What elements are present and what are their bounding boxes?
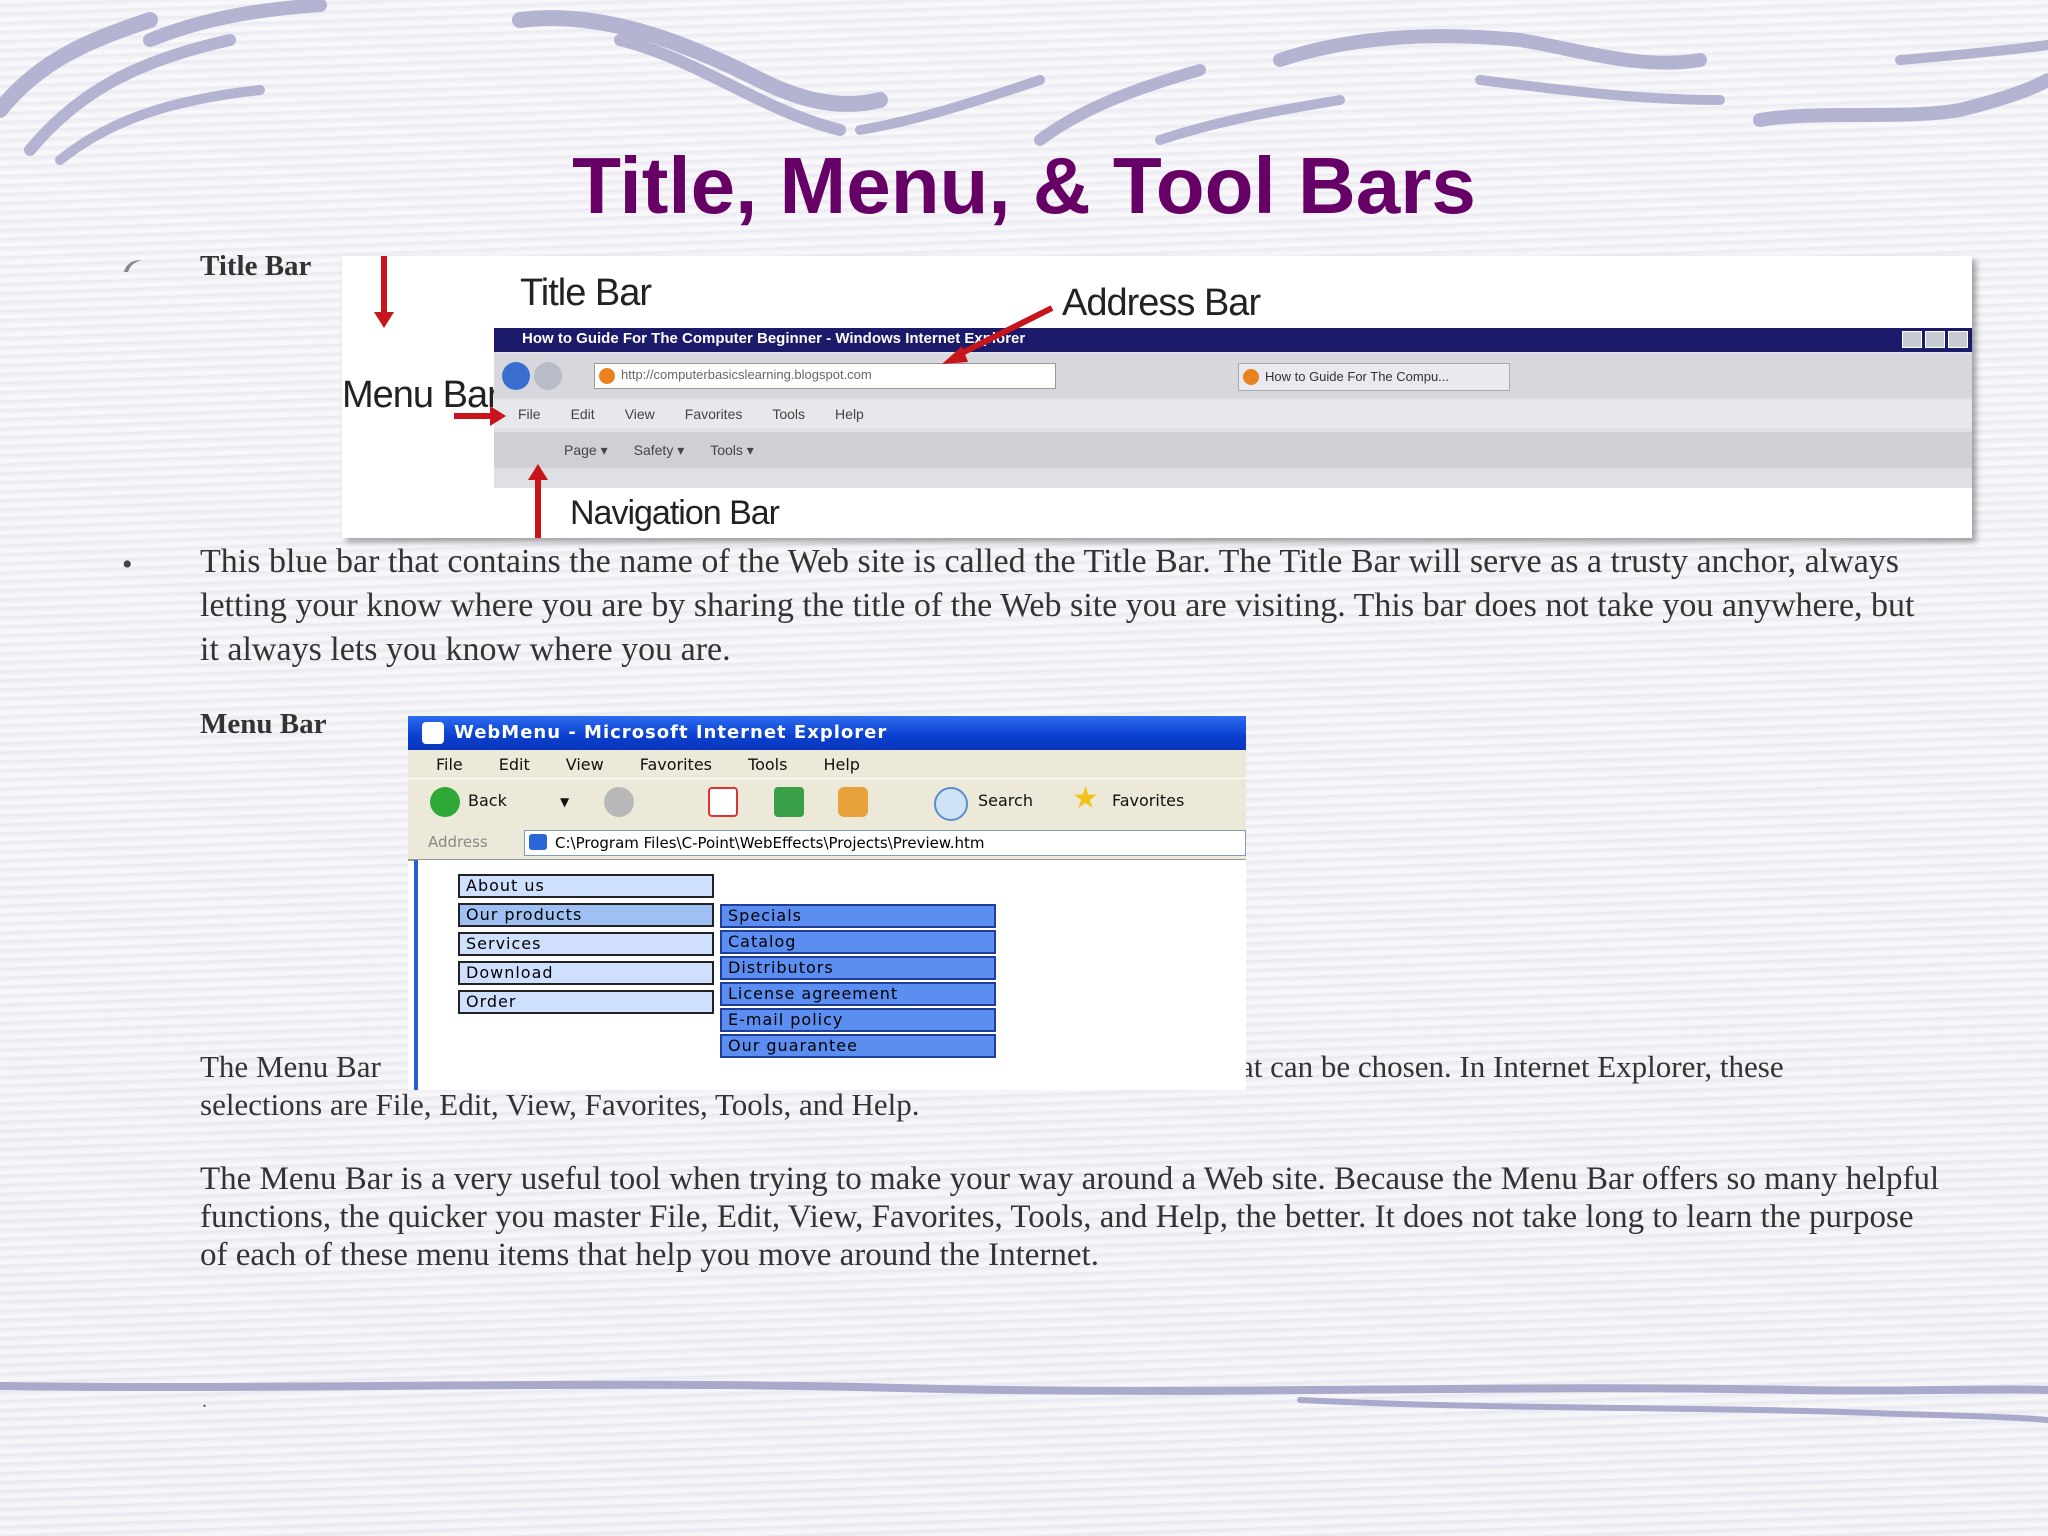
section-label-menu-bar: Menu Bar [200, 708, 327, 740]
favorites-button-label[interactable]: Favorites [1112, 791, 1184, 810]
section-label-title-bar: Title Bar [200, 250, 312, 282]
paragraph-title-bar: This blue bar that contains the name of … [200, 543, 1915, 668]
menu-item[interactable]: Tools [748, 755, 787, 774]
xp-title-bar: WebMenu - Microsoft Internet Explorer [408, 716, 1246, 750]
back-button-label[interactable]: Back [468, 791, 507, 810]
demo-submenu-item[interactable]: Specials [720, 904, 996, 928]
paragraph-menu-bar-usefulness: The Menu Bar is a very useful tool when … [200, 1161, 1940, 1273]
chevron-down-icon[interactable]: ▼ [560, 795, 569, 809]
demo-submenu-item[interactable]: Distributors [720, 956, 996, 980]
favorites-star-icon[interactable]: ★ [1072, 781, 1099, 816]
quote-bullet-icon [124, 260, 142, 272]
demo-menu-item[interactable]: Order [458, 990, 714, 1014]
xp-window-title: WebMenu - Microsoft Internet Explorer [454, 722, 888, 743]
slide-title: Title, Menu, & Tool Bars [572, 141, 1476, 230]
menu-item[interactable]: Edit [499, 755, 530, 774]
footer-mark: . [202, 1390, 207, 1412]
xp-toolbar: Back ▼ Search ★ Favorites [408, 778, 1246, 828]
demo-menu-item[interactable]: Download [458, 961, 714, 985]
paragraph-menu-bar-line2: selections are File, Edit, View, Favorit… [200, 1087, 920, 1122]
paragraph-menu-bar-end: at can be chosen. In Internet Explorer, … [1240, 1049, 1784, 1084]
decorative-wave-bottom [0, 1380, 2048, 1423]
title-bar-screenshot: Title Bar Address Bar Menu Bar Navigatio… [342, 256, 1972, 538]
xp-address-row: Address C:\Program Files\C-Point\WebEffe… [408, 827, 1246, 861]
search-icon[interactable] [934, 787, 968, 821]
page-icon [529, 834, 547, 850]
back-icon[interactable] [430, 787, 460, 817]
menu-item[interactable]: Favorites [640, 755, 712, 774]
demo-menu-item[interactable]: Services [458, 932, 714, 956]
bullet-dot: • [122, 548, 133, 581]
forward-icon[interactable] [604, 787, 634, 817]
demo-menu-item-active[interactable]: Our products [458, 903, 714, 927]
menu-item[interactable]: Help [823, 755, 859, 774]
home-icon[interactable] [838, 787, 868, 817]
address-input[interactable]: C:\Program Files\C-Point\WebEffects\Proj… [524, 830, 1246, 856]
stop-icon[interactable] [708, 787, 738, 817]
address-value: C:\Program Files\C-Point\WebEffects\Proj… [555, 834, 985, 852]
annotation-arrows [374, 256, 1054, 538]
demo-submenu-item[interactable]: Our guarantee [720, 1034, 996, 1058]
menu-item[interactable]: View [566, 755, 604, 774]
search-button-label[interactable]: Search [978, 791, 1033, 810]
demo-submenu-item[interactable]: Catalog [720, 930, 996, 954]
address-label: Address [428, 833, 488, 851]
xp-menu-bar: File Edit View Favorites Tools Help [408, 750, 1246, 778]
demo-submenu-item[interactable]: License agreement [720, 982, 996, 1006]
paragraph-menu-bar-start: The Menu Bar [200, 1049, 381, 1084]
ie-logo-icon [422, 722, 444, 744]
page-content: About us Our products Services Download … [414, 860, 1246, 1090]
demo-submenu-item[interactable]: E-mail policy [720, 1008, 996, 1032]
menu-item[interactable]: File [436, 755, 463, 774]
refresh-icon[interactable] [774, 787, 804, 817]
menu-bar-screenshot: WebMenu - Microsoft Internet Explorer Fi… [408, 716, 1246, 1090]
demo-menu-item[interactable]: About us [458, 874, 714, 898]
